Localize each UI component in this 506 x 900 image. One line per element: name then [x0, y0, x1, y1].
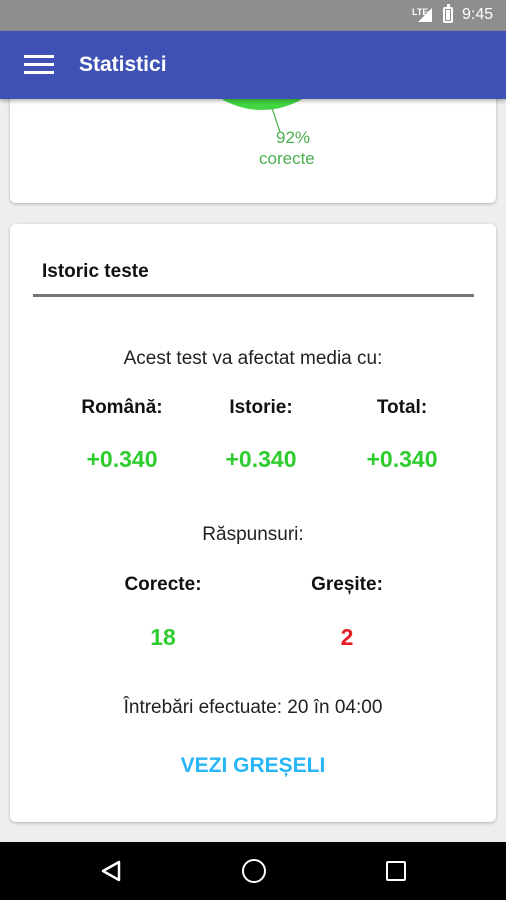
answers-title: Răspunsuri:: [202, 524, 304, 545]
home-circle-icon[interactable]: [242, 859, 266, 883]
view-mistakes-button[interactable]: VEZI GREȘELI: [153, 748, 353, 784]
recents-square-icon[interactable]: [386, 861, 406, 881]
subject-label-istorie: Istorie:: [229, 397, 293, 418]
app-bar: Statistici: [0, 31, 506, 99]
subject-value-romana: +0.340: [86, 446, 158, 472]
subject-label-romana: Română:: [81, 397, 163, 418]
status-time: 9:45: [462, 6, 494, 23]
subject-label-total: Total:: [376, 397, 428, 418]
questions-summary: Întrebări efectuate: 20 în 04:00: [123, 697, 383, 718]
subject-value-total: +0.340: [366, 446, 438, 472]
pie-slice-label: corecte: [259, 149, 315, 168]
average-affected-text: Acest test va afectat media cu:: [123, 348, 383, 369]
answers-label-wrong: Greșite:: [311, 574, 383, 595]
history-card: Istoric teste Acest test va afectat medi…: [10, 224, 496, 822]
battery-icon: [443, 4, 453, 23]
answers-label-correct: Corecte:: [124, 574, 202, 595]
answers-value-wrong: 2: [340, 624, 354, 650]
pie-percent-label: 92%: [276, 128, 311, 147]
back-triangle-icon[interactable]: [100, 860, 122, 882]
status-bar: LTE 9:45: [0, 0, 506, 31]
title-divider: [33, 294, 474, 297]
hamburger-menu-icon[interactable]: [24, 54, 56, 76]
page-title: Statistici: [79, 53, 167, 76]
system-nav-bar: [0, 842, 506, 900]
signal-icon: [418, 8, 432, 22]
history-title: Istoric teste: [42, 261, 149, 282]
subject-value-istorie: +0.340: [225, 446, 297, 472]
answers-value-correct: 18: [150, 624, 176, 650]
